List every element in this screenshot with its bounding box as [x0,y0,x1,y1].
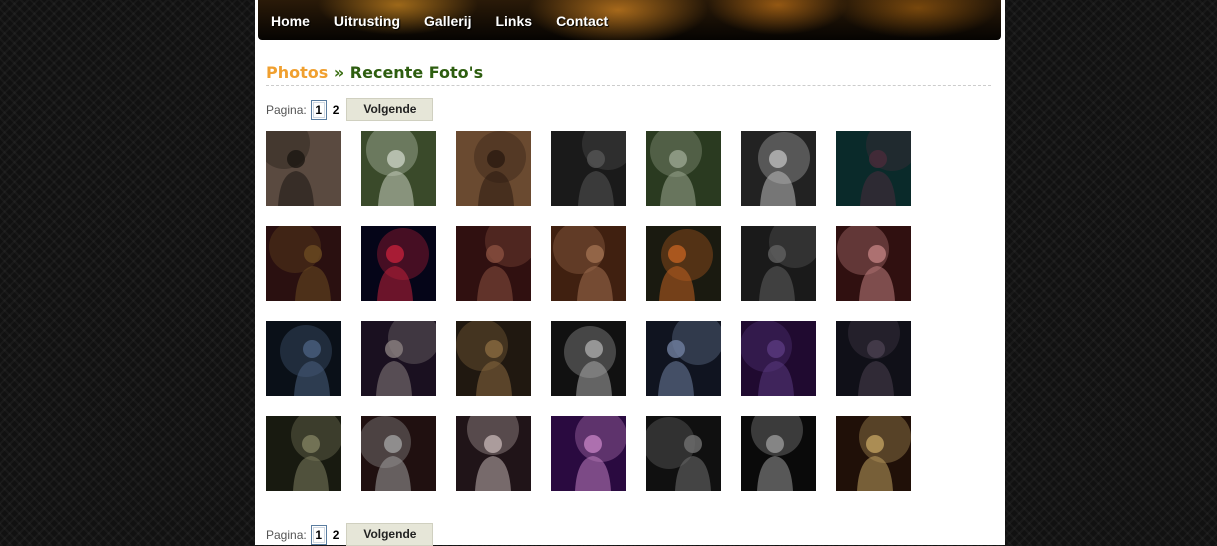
pager-page-2[interactable]: 2 [333,103,340,117]
photo-thumbnail-couple[interactable] [266,226,341,301]
photo-thumbnail-dj-pair[interactable] [456,321,531,396]
photo-thumbnail-crowd-lights[interactable] [836,226,911,301]
page-container: Home Uitrusting Gallerij Links Contact P… [255,0,1005,546]
breadcrumb-separator: » [333,63,345,82]
pager-current-page: 1 [310,524,327,545]
photo-thumbnail-person-black-top[interactable] [361,131,436,206]
photo-thumbnail-dj-gray[interactable] [646,416,721,491]
photo-thumbnail-hands-crowd[interactable] [456,226,531,301]
photo-thumbnail-person-lying[interactable] [551,131,626,206]
photo-thumbnail-dj-beams[interactable] [266,416,341,491]
nav-home[interactable]: Home [271,13,310,29]
header-banner: Home Uitrusting Gallerij Links Contact [258,0,1001,40]
photo-thumbnail-group[interactable] [551,226,626,301]
nav-uitrusting[interactable]: Uitrusting [334,13,400,29]
thumbnail-grid [266,131,911,491]
nav-links[interactable]: Links [495,13,532,29]
photo-thumbnail-dj-headphones[interactable] [741,416,816,491]
photo-thumbnail-dj-tshirt[interactable] [741,226,816,301]
breadcrumb-photos[interactable]: Photos [266,63,328,82]
pager-label: Pagina: [266,102,307,117]
photo-thumbnail-dj-bw[interactable] [551,321,626,396]
photo-thumbnail-group-sashes[interactable] [646,226,721,301]
photo-thumbnail-dj-vinyl[interactable] [836,416,911,491]
main-nav: Home Uitrusting Gallerij Links Contact [271,13,608,31]
page-heading: Photos » Recente Foto's [266,63,991,86]
photo-thumbnail-dj-record[interactable] [551,416,626,491]
nav-gallerij[interactable]: Gallerij [424,13,471,29]
photo-thumbnail-person-hair[interactable] [456,131,531,206]
photo-thumbnail-person-fur[interactable] [266,131,341,206]
photo-thumbnail-person-black-top[interactable] [646,131,721,206]
photo-thumbnail-dj-arms-up[interactable] [361,321,436,396]
photo-thumbnail-dj-purple[interactable] [741,321,816,396]
photo-thumbnail-dj-bald[interactable] [836,321,911,396]
pager-next-button[interactable]: Volgende [346,98,434,121]
photo-thumbnail-dj-stage-blue[interactable] [646,321,721,396]
pager-label: Pagina: [266,527,307,542]
nav-contact[interactable]: Contact [556,13,608,29]
pager-next-button[interactable]: Volgende [346,523,434,546]
breadcrumb-current: Recente Foto's [349,63,484,82]
photo-thumbnail-dj-plaid[interactable] [266,321,341,396]
photo-thumbnail-dj-white-shirt[interactable] [361,416,436,491]
pager-top: Pagina: 1 2 Volgende [266,98,434,121]
pager-bottom: Pagina: 1 2 Volgende [266,523,434,546]
photo-thumbnail-dj-white-top[interactable] [456,416,531,491]
photo-thumbnail-stage-red[interactable] [361,226,436,301]
pager-current-page: 1 [310,99,327,120]
photo-thumbnail-dj-decks[interactable] [836,131,911,206]
photo-thumbnail-person-portrait[interactable] [741,131,816,206]
pager-page-2[interactable]: 2 [333,528,340,542]
